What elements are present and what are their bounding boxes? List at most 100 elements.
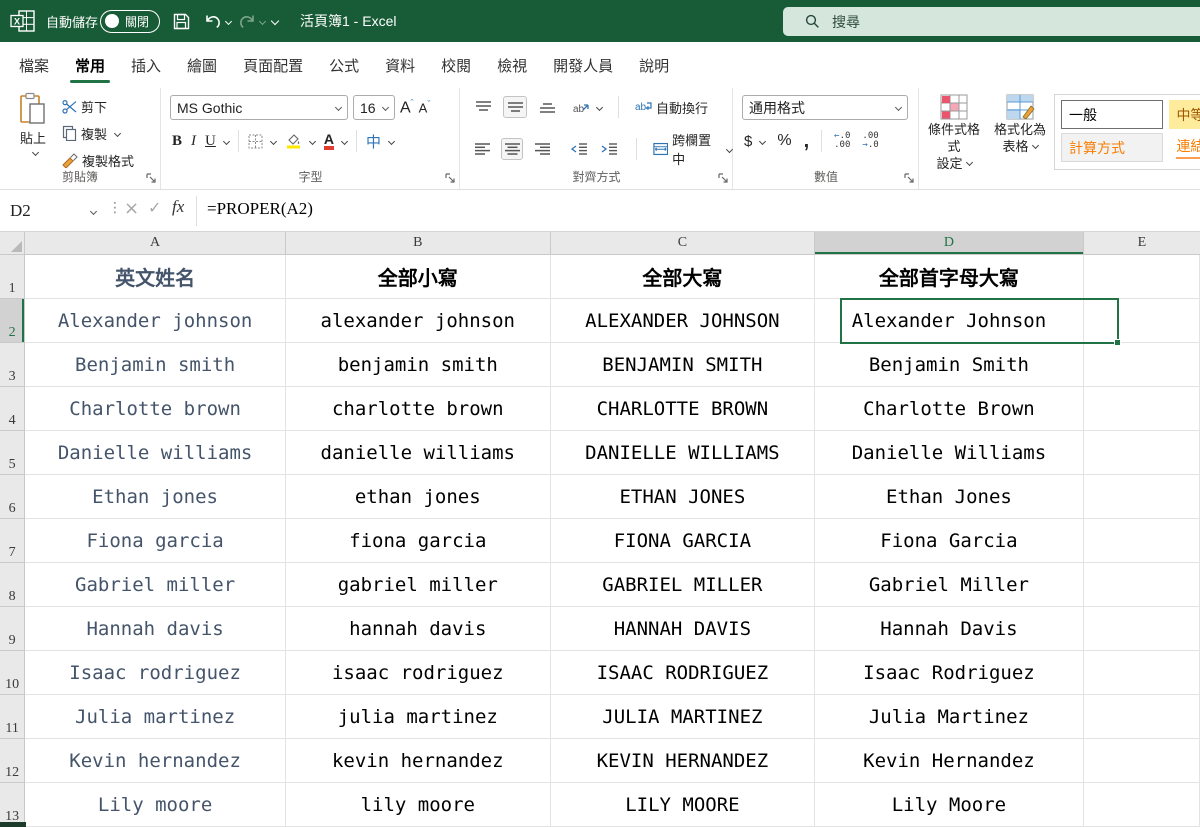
cell-style-normal[interactable]: 一般 — [1061, 100, 1163, 129]
increase-indent-button[interactable] — [598, 138, 620, 160]
cell-col-c[interactable]: HANNAH DAVIS — [551, 607, 816, 651]
formula-input[interactable]: =PROPER(A2) — [207, 199, 313, 219]
cell-col-b[interactable]: fiona garcia — [286, 519, 551, 563]
cell-col-c[interactable]: CHARLOTTE BROWN — [551, 387, 816, 431]
middle-align-button[interactable] — [503, 96, 527, 118]
decrease-font-size-button[interactable]: Aˇ — [419, 99, 431, 115]
copy-button[interactable]: 複製 — [62, 123, 134, 143]
column-header-e[interactable]: E — [1084, 232, 1200, 255]
cell-col-e[interactable] — [1084, 651, 1200, 695]
currency-format-button[interactable]: $ — [744, 133, 765, 150]
cell-col-b[interactable]: charlotte brown — [286, 387, 551, 431]
cell-col-e[interactable] — [1084, 343, 1200, 387]
format-as-table-button[interactable]: 格式化為 表格 — [988, 93, 1052, 155]
cell-col-d[interactable]: Benjamin Smith — [815, 343, 1083, 387]
cell-col-b[interactable]: julia martinez — [286, 695, 551, 739]
row-header[interactable]: 9 — [0, 607, 25, 651]
cell-col-a[interactable]: Fiona garcia — [25, 519, 286, 563]
row-header[interactable]: 13 — [0, 783, 25, 827]
cell-col-d[interactable]: Kevin Hernandez — [815, 739, 1083, 783]
cell-col-a[interactable]: Benjamin smith — [25, 343, 286, 387]
phonetic-guide-button[interactable]: 中 — [366, 131, 394, 152]
cell-col-b[interactable]: hannah davis — [286, 607, 551, 651]
select-all-corner[interactable] — [0, 232, 25, 255]
cell-col-b[interactable]: 全部小寫 — [286, 255, 551, 299]
cell-col-a[interactable]: Ethan jones — [25, 475, 286, 519]
name-box[interactable]: D2 — [6, 198, 102, 224]
column-header-b[interactable]: B — [286, 232, 551, 255]
orientation-button[interactable]: ab — [573, 100, 602, 114]
decrease-decimal-button[interactable]: .00→.0 — [862, 132, 878, 150]
cell-style-neutral[interactable]: 中等 — [1169, 100, 1200, 129]
redo-button[interactable] — [238, 0, 265, 42]
paste-button[interactable]: 貼上 — [10, 92, 56, 170]
tab-page-layout[interactable]: 頁面配置 — [230, 42, 316, 88]
row-header[interactable]: 3 — [0, 343, 25, 387]
number-format-select[interactable]: 通用格式 — [742, 95, 908, 120]
row-header[interactable]: 7 — [0, 519, 25, 563]
cell-col-a[interactable]: Charlotte brown — [25, 387, 286, 431]
cell-style-calculation[interactable]: 計算方式 — [1061, 133, 1163, 162]
cell-col-c[interactable]: JULIA MARTINEZ — [551, 695, 816, 739]
search-input[interactable]: 搜尋 — [783, 7, 1200, 36]
cell-col-b[interactable]: lily moore — [286, 783, 551, 827]
cell-col-e[interactable] — [1084, 519, 1200, 563]
tab-data[interactable]: 資料 — [372, 42, 428, 88]
tab-developer[interactable]: 開發人員 — [540, 42, 626, 88]
cell-col-d[interactable]: Julia Martinez — [815, 695, 1083, 739]
italic-button[interactable]: I — [191, 133, 196, 150]
cell-col-e[interactable] — [1084, 299, 1200, 343]
cell-col-c[interactable]: ETHAN JONES — [551, 475, 816, 519]
cell-col-d[interactable]: Charlotte Brown — [815, 387, 1083, 431]
cell-col-a[interactable]: Hannah davis — [25, 607, 286, 651]
cell-col-c[interactable]: KEVIN HERNANDEZ — [551, 739, 816, 783]
cell-col-a[interactable]: Julia martinez — [25, 695, 286, 739]
percent-format-button[interactable]: % — [777, 132, 791, 150]
cell-col-a[interactable]: 英文姓名 — [25, 255, 286, 299]
row-header[interactable]: 10 — [0, 651, 25, 695]
row-header[interactable]: 2 — [0, 299, 25, 343]
column-header-c[interactable]: C — [551, 232, 816, 255]
cell-col-d[interactable]: Isaac Rodriguez — [815, 651, 1083, 695]
insert-function-button[interactable]: fx — [172, 197, 184, 217]
column-header-d[interactable]: D — [815, 232, 1084, 255]
cell-col-e[interactable] — [1084, 695, 1200, 739]
bottom-align-button[interactable] — [535, 96, 559, 118]
cell-col-e[interactable] — [1084, 387, 1200, 431]
number-dialog-launcher[interactable] — [903, 172, 915, 184]
cell-col-c[interactable]: ALEXANDER JOHNSON — [551, 299, 816, 343]
cell-col-e[interactable] — [1084, 255, 1200, 299]
cell-col-c[interactable]: BENJAMIN SMITH — [551, 343, 816, 387]
cell-col-d[interactable]: Gabriel Miller — [815, 563, 1083, 607]
cell-col-b[interactable]: isaac rodriguez — [286, 651, 551, 695]
tab-formulas[interactable]: 公式 — [316, 42, 372, 88]
cell-col-e[interactable] — [1084, 739, 1200, 783]
save-button[interactable] — [172, 0, 191, 42]
cell-col-b[interactable]: ethan jones — [286, 475, 551, 519]
cancel-icon[interactable]: × — [124, 198, 139, 219]
cell-col-d[interactable]: Fiona Garcia — [815, 519, 1083, 563]
align-center-button[interactable] — [501, 138, 523, 160]
cell-col-b[interactable]: gabriel miller — [286, 563, 551, 607]
font-color-button[interactable]: A — [324, 133, 347, 150]
increase-font-size-button[interactable]: Aˆ — [400, 98, 414, 117]
cell-col-a[interactable]: Gabriel miller — [25, 563, 286, 607]
cell-col-d[interactable]: Hannah Davis — [815, 607, 1083, 651]
tab-review[interactable]: 校閱 — [428, 42, 484, 88]
cell-col-c[interactable]: GABRIEL MILLER — [551, 563, 816, 607]
cell-col-b[interactable]: danielle williams — [286, 431, 551, 475]
cell-col-a[interactable]: Alexander johnson — [25, 299, 286, 343]
cell-col-e[interactable] — [1084, 783, 1200, 827]
format-painter-button[interactable]: 複製格式 — [62, 150, 134, 170]
bold-button[interactable]: B — [172, 133, 182, 150]
undo-button[interactable] — [204, 0, 231, 42]
cell-col-d[interactable]: Alexander Johnson — [815, 299, 1083, 343]
cell-col-c[interactable]: ISAAC RODRIGUEZ — [551, 651, 816, 695]
align-left-button[interactable] — [471, 138, 493, 160]
row-header[interactable]: 6 — [0, 475, 25, 519]
cell-col-d[interactable]: Ethan Jones — [815, 475, 1083, 519]
row-header[interactable]: 11 — [0, 695, 25, 739]
cell-col-a[interactable]: Kevin hernandez — [25, 739, 286, 783]
cell-col-c[interactable]: DANIELLE WILLIAMS — [551, 431, 816, 475]
tab-draw[interactable]: 繪圖 — [174, 42, 230, 88]
